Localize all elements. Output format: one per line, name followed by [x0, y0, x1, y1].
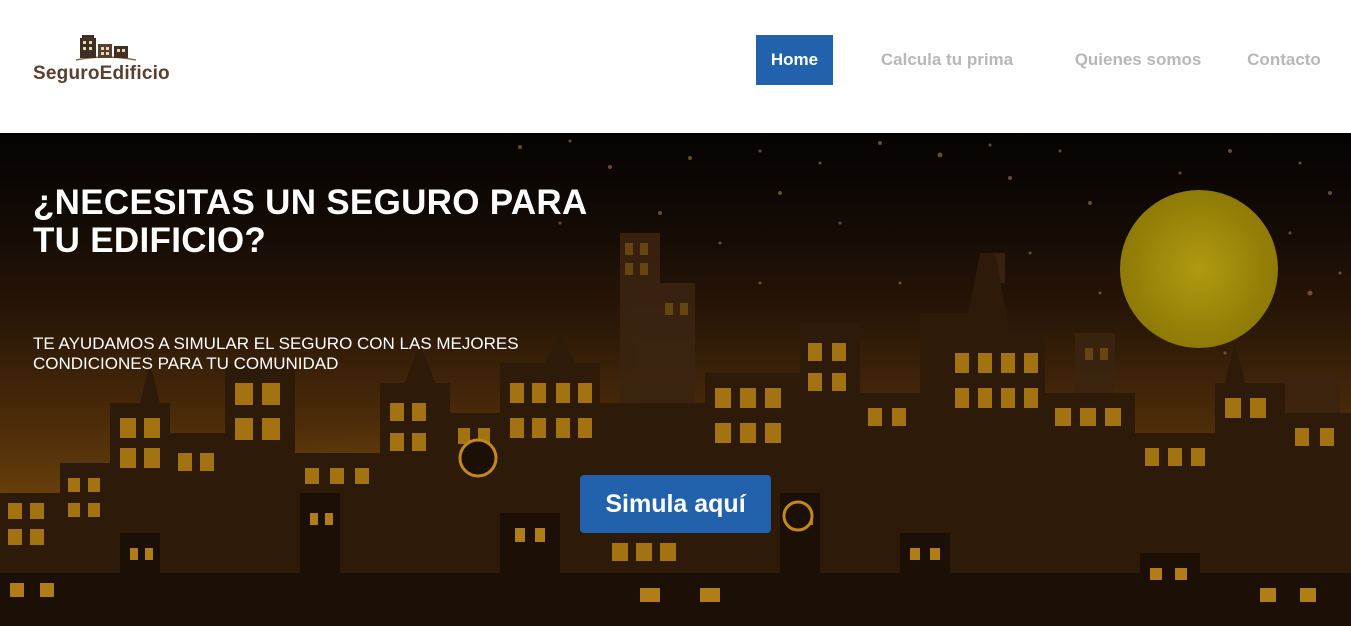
site-header: SeguroEdificio Home Calcula tu prima Qui… — [0, 0, 1351, 133]
nav-home[interactable]: Home — [756, 35, 833, 85]
buildings-logo-icon — [76, 35, 136, 61]
nav-quienes-somos[interactable]: Quienes somos — [1062, 35, 1214, 85]
nav-contacto[interactable]: Contacto — [1236, 35, 1332, 85]
simula-aqui-button[interactable]: Simula aquí — [580, 475, 771, 533]
moon — [1120, 190, 1278, 348]
hero-title: ¿NECESITAS UN SEGURO PARA TU EDIFICIO? — [33, 183, 587, 260]
logo[interactable]: SeguroEdificio — [32, 34, 182, 88]
nav-calcula-tu-prima[interactable]: Calcula tu prima — [868, 35, 1026, 85]
hero-subtitle: TE AYUDAMOS A SIMULAR EL SEGURO CON LAS … — [33, 334, 519, 373]
hero-banner: ¿NECESITAS UN SEGURO PARA TU EDIFICIO? T… — [0, 133, 1351, 626]
logo-text: SeguroEdificio — [33, 63, 170, 84]
